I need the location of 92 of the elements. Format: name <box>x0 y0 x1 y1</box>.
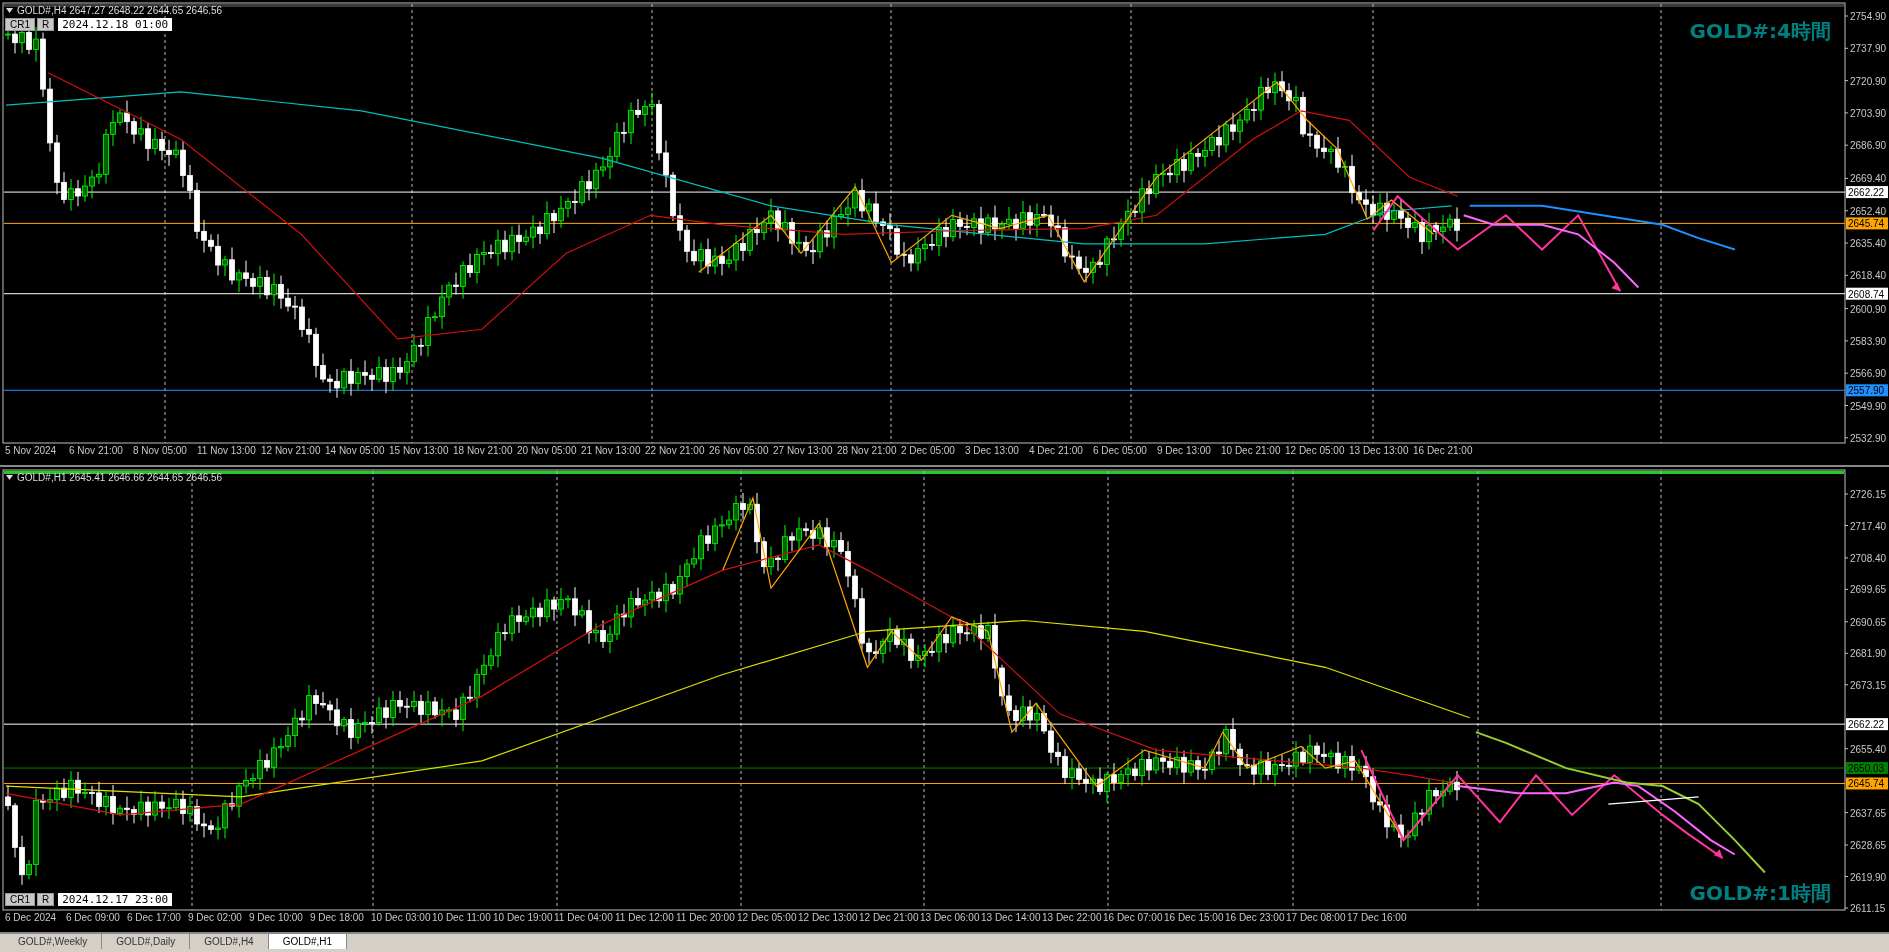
price-tag: 2645.74 <box>1846 217 1888 230</box>
chart-header-text: GOLD#,H1 2645.41 2646.66 2644.65 2646.56 <box>17 472 223 483</box>
time-axis-label: 6 Dec 17:00 <box>127 912 181 923</box>
time-axis-label: 16 Dec 15:00 <box>1164 912 1224 923</box>
price-axis-label: 2699.65 <box>1850 584 1887 596</box>
time-axis-label: 6 Dec 2024 <box>5 912 57 923</box>
price-axis-label: 2669.40 <box>1850 173 1887 185</box>
time-axis-label: 20 Nov 05:00 <box>517 445 577 456</box>
time-axis-label: 11 Dec 20:00 <box>676 912 735 923</box>
price-axis-label: 2737.90 <box>1850 43 1887 55</box>
time-axis-label: 5 Nov 2024 <box>5 445 57 456</box>
time-axis-label: 12 Dec 21:00 <box>859 912 919 923</box>
time-axis-label: 21 Nov 13:00 <box>581 445 641 456</box>
time-axis-label: 11 Dec 04:00 <box>554 912 613 923</box>
price-axis-label: 2720.90 <box>1850 75 1887 87</box>
dropdown-triangle-icon[interactable] <box>6 8 13 13</box>
time-axis-label: 22 Nov 21:00 <box>645 445 705 456</box>
price-axis-label: 2635.40 <box>1850 238 1887 250</box>
time-axis-label: 14 Nov 05:00 <box>325 445 385 456</box>
time-axis-label: 11 Nov 13:00 <box>197 445 256 456</box>
time-axis-label: 11 Dec 12:00 <box>615 912 674 923</box>
time-axis-label: 18 Nov 21:00 <box>453 445 513 456</box>
time-axis-label: 3 Dec 13:00 <box>965 445 1019 456</box>
price-axis-label: 2673.15 <box>1850 679 1887 691</box>
time-axis-label: 12 Dec 05:00 <box>737 912 797 923</box>
price-axis-label: 2754.90 <box>1850 11 1887 22</box>
price-axis-label: 2655.40 <box>1850 743 1887 755</box>
time-axis-label: 15 Nov 13:00 <box>389 445 449 456</box>
chart-control-button[interactable]: CR1 <box>5 18 35 31</box>
time-axis-label: 26 Nov 05:00 <box>709 445 769 456</box>
price-axis-label: 2690.65 <box>1850 616 1887 628</box>
time-axis-label: 28 Nov 21:00 <box>837 445 897 456</box>
price-axis-label: 2628.65 <box>1850 840 1887 851</box>
time-axis-label: 13 Dec 13:00 <box>1349 445 1409 456</box>
chart-control-button[interactable]: CR1 <box>5 893 35 906</box>
price-axis-label: 2652.40 <box>1850 205 1887 217</box>
chart-header-text: GOLD#,H4 2647.27 2648.22 2644.65 2646.56 <box>17 5 223 16</box>
price-axis-label: 2619.90 <box>1850 871 1887 883</box>
dropdown-triangle-icon[interactable] <box>6 475 13 480</box>
time-axis-label: 13 Dec 22:00 <box>1042 912 1102 923</box>
time-axis-label: 12 Nov 21:00 <box>261 445 321 456</box>
time-axis-label: 9 Dec 13:00 <box>1157 445 1211 456</box>
time-axis-label: 4 Dec 21:00 <box>1029 445 1083 456</box>
time-axis-label: 2 Dec 05:00 <box>901 445 955 456</box>
time-axis-label: 27 Nov 13:00 <box>773 445 833 456</box>
price-axis-label: 2583.90 <box>1850 335 1887 347</box>
time-axis-label: 9 Dec 18:00 <box>310 912 364 923</box>
time-axis-label: 12 Dec 05:00 <box>1285 445 1345 456</box>
time-axis-label: 10 Dec 21:00 <box>1221 445 1281 456</box>
chart-title: GOLD#:4時間 <box>1689 19 1831 43</box>
time-axis-label: 10 Dec 03:00 <box>371 912 431 923</box>
crosshair-date-field: 2024.12.17 23:00 <box>58 893 173 906</box>
price-tag: 2650.03 <box>1846 762 1888 775</box>
time-axis-label: 17 Dec 08:00 <box>1286 912 1346 923</box>
price-tag: 2662.22 <box>1846 718 1888 731</box>
time-axis-label: 6 Dec 05:00 <box>1093 445 1147 456</box>
price-axis-label: 2708.40 <box>1850 552 1887 564</box>
price-axis-label: 2717.40 <box>1850 520 1887 532</box>
chart-tab[interactable]: GOLD#,H1 <box>268 934 348 949</box>
time-axis-label: 17 Dec 16:00 <box>1347 912 1407 923</box>
price-tag: 2557.90 <box>1846 384 1888 397</box>
chart-control-button[interactable]: R <box>37 18 55 31</box>
price-tag: 2608.74 <box>1846 287 1888 300</box>
time-axis-label: 10 Dec 19:00 <box>493 912 553 923</box>
price-axis-label: 2726.15 <box>1850 489 1887 500</box>
price-axis-label: 2686.90 <box>1850 140 1887 152</box>
time-axis-label: 16 Dec 07:00 <box>1103 912 1163 923</box>
crosshair-date-field: 2024.12.18 01:00 <box>58 18 173 31</box>
price-axis-label: 2618.40 <box>1850 270 1887 282</box>
time-axis-label: 6 Dec 09:00 <box>66 912 120 923</box>
price-tag: 2645.74 <box>1846 777 1888 790</box>
time-axis-label: 12 Dec 13:00 <box>798 912 858 923</box>
time-axis-label: 6 Nov 21:00 <box>69 445 123 456</box>
price-tag: 2662.22 <box>1846 186 1888 199</box>
time-axis-label: 13 Dec 06:00 <box>920 912 980 923</box>
chart-title: GOLD#:1時間 <box>1689 881 1831 905</box>
price-axis-label: 2600.90 <box>1850 303 1887 315</box>
price-axis-label: 2611.15 <box>1850 903 1886 914</box>
price-axis-label: 2703.90 <box>1850 107 1887 119</box>
chart-control-button[interactable]: R <box>37 893 55 906</box>
time-axis-label: 13 Dec 14:00 <box>981 912 1041 923</box>
time-axis-label: 9 Dec 02:00 <box>188 912 242 923</box>
price-axis-label: 2566.90 <box>1850 368 1887 380</box>
time-axis-label: 8 Nov 05:00 <box>133 445 187 456</box>
time-axis-label: 10 Dec 11:00 <box>432 912 491 923</box>
time-axis-label: 16 Dec 21:00 <box>1413 445 1473 456</box>
price-axis-label: 2681.90 <box>1850 648 1887 660</box>
price-axis-label: 2549.90 <box>1850 400 1887 412</box>
time-axis-label: 16 Dec 23:00 <box>1225 912 1285 923</box>
time-axis-label: 9 Dec 10:00 <box>249 912 303 923</box>
price-axis-label: 2532.90 <box>1850 432 1887 444</box>
price-axis-label: 2637.65 <box>1850 807 1887 819</box>
